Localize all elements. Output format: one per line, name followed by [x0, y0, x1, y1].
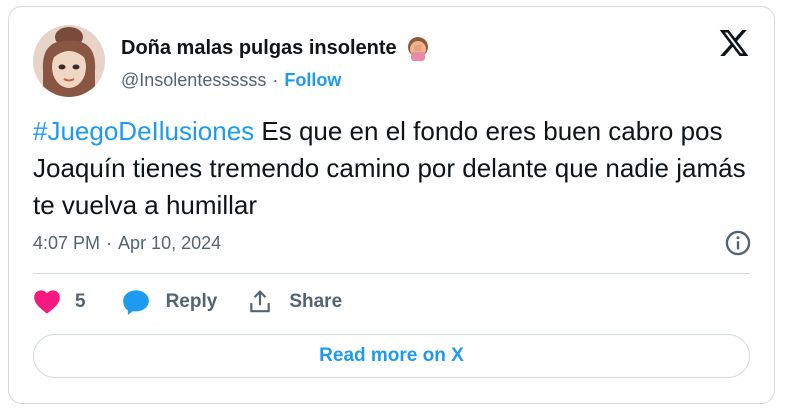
author-display-name[interactable]: Doña malas pulgas insolente: [121, 37, 397, 60]
hashtag-link[interactable]: #JuegoDeIlusiones: [33, 116, 254, 146]
author-avatar[interactable]: [33, 25, 105, 97]
reply-bubble-icon: [122, 290, 149, 315]
tweet-timestamp[interactable]: 4:07 PM · Apr 10, 2024: [33, 233, 221, 254]
reply-label: Reply: [165, 291, 218, 312]
author-name-row: Doña malas pulgas insolente: [121, 35, 431, 61]
tweet-card: Doña malas pulgas insolente @Insolentess…: [8, 6, 775, 404]
tweet-text: #JuegoDeIlusiones Es que en el fondo ere…: [33, 113, 753, 224]
tweet-actions: 5 Reply Share: [33, 289, 342, 315]
timestamp-separator: ·: [106, 233, 113, 253]
author-handle[interactable]: @Insolentessssss: [121, 70, 266, 91]
heart-icon: [34, 290, 60, 314]
share-icon: [250, 290, 271, 313]
tweet-time: 4:07 PM: [33, 233, 101, 253]
reply-button[interactable]: Reply: [122, 289, 218, 315]
author-handle-row: @Insolentessssss · Follow: [121, 70, 341, 91]
like-count: 5: [75, 291, 86, 312]
info-icon[interactable]: [724, 229, 752, 257]
x-logo-icon[interactable]: [718, 27, 750, 59]
read-more-button[interactable]: Read more on X: [33, 334, 750, 378]
avatar-image: [33, 25, 105, 97]
woman-facepalming-emoji-icon: [407, 37, 428, 61]
divider: [33, 273, 750, 274]
share-button[interactable]: Share: [247, 289, 342, 315]
follow-button[interactable]: Follow: [284, 70, 341, 91]
share-label: Share: [289, 291, 343, 312]
tweet-date: Apr 10, 2024: [118, 233, 222, 253]
like-button[interactable]: 5: [33, 289, 122, 315]
separator-dot: ·: [272, 70, 279, 90]
